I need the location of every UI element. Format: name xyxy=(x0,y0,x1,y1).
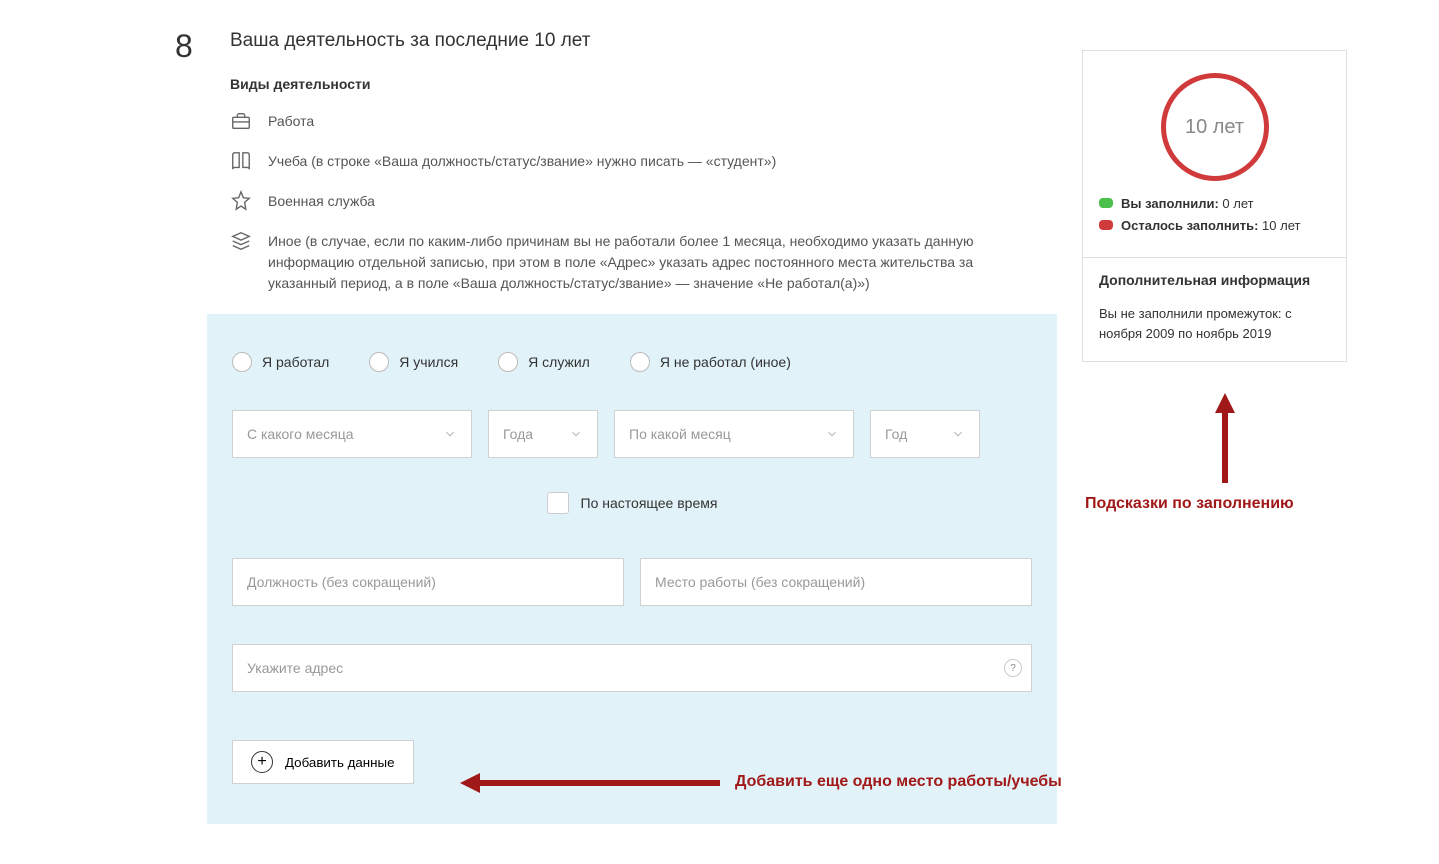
activity-form-panel: Я работал Я учился Я служил Я не работал… xyxy=(207,314,1057,824)
select-month-from-placeholder: С какого месяца xyxy=(247,426,354,442)
type-military-label: Военная служба xyxy=(268,190,375,212)
stat-remain-value: 10 лет xyxy=(1262,218,1300,233)
position-input[interactable]: Должность (без сокращений) xyxy=(232,558,624,606)
annotation-arrow-up xyxy=(1215,393,1235,486)
select-month-to[interactable]: По какой месяц xyxy=(614,410,854,458)
address-placeholder: Укажите адрес xyxy=(247,660,343,676)
place-input[interactable]: Место работы (без сокращений) xyxy=(640,558,1032,606)
select-month-from[interactable]: С какого месяца xyxy=(232,410,472,458)
activity-types-list: Работа Учеба (в строке «Ваша должность/с… xyxy=(230,110,1025,294)
annotation-hints: Подсказки по заполнению xyxy=(1085,495,1294,513)
annotation-arrow-left xyxy=(460,773,720,796)
info-title: Дополнительная информация xyxy=(1083,258,1346,294)
present-checkbox-row: По настоящее время xyxy=(232,492,1032,514)
stat-remain-label: Осталось заполнить: xyxy=(1121,218,1258,233)
stat-filled-label: Вы заполнили: xyxy=(1121,196,1219,211)
radio-none-label: Я не работал (иное) xyxy=(660,354,791,370)
stat-filled-value: 0 лет xyxy=(1222,196,1253,211)
select-year-to[interactable]: Год xyxy=(870,410,980,458)
radio-circle-icon xyxy=(498,352,518,372)
progress-card: 10 лет Вы заполнили: 0 лет Осталось запо… xyxy=(1082,50,1347,362)
dot-red-icon xyxy=(1099,220,1113,230)
type-military: Военная служба xyxy=(230,190,1025,212)
briefcase-icon xyxy=(230,110,252,132)
progress-circle: 10 лет xyxy=(1161,73,1269,181)
position-placeholder: Должность (без сокращений) xyxy=(247,574,436,590)
progress-circle-text: 10 лет xyxy=(1185,116,1244,139)
type-work: Работа xyxy=(230,110,1025,132)
address-row: Укажите адрес ? xyxy=(232,644,1032,692)
chevron-down-icon xyxy=(569,427,583,441)
section-title: Ваша деятельность за последние 10 лет xyxy=(230,30,1025,52)
radio-circle-icon xyxy=(630,352,650,372)
step-number: 8 xyxy=(175,28,193,65)
layers-icon xyxy=(230,230,252,252)
book-icon xyxy=(230,150,252,172)
chevron-down-icon xyxy=(825,427,839,441)
radio-served[interactable]: Я служил xyxy=(498,352,590,372)
plus-circle-icon: + xyxy=(251,751,273,773)
select-year-to-placeholder: Год xyxy=(885,426,907,442)
section-subtitle: Виды деятельности xyxy=(230,76,1025,92)
chevron-down-icon xyxy=(951,427,965,441)
add-data-button[interactable]: + Добавить данные xyxy=(232,740,414,784)
help-icon[interactable]: ? xyxy=(1004,659,1022,677)
select-year-from[interactable]: Года xyxy=(488,410,598,458)
radio-studied[interactable]: Я учился xyxy=(369,352,458,372)
dot-green-icon xyxy=(1099,198,1113,208)
type-other-label: Иное (в случае, если по каким-либо причи… xyxy=(268,230,1008,294)
star-icon xyxy=(230,190,252,212)
radio-studied-label: Я учился xyxy=(399,354,458,370)
radio-worked-label: Я работал xyxy=(262,354,329,370)
radio-circle-icon xyxy=(232,352,252,372)
progress-sidebar: 10 лет Вы заполнили: 0 лет Осталось запо… xyxy=(1082,50,1347,362)
type-study-label: Учеба (в строке «Ваша должность/статус/з… xyxy=(268,150,776,172)
radio-served-label: Я служил xyxy=(528,354,590,370)
radio-circle-icon xyxy=(369,352,389,372)
place-placeholder: Место работы (без сокращений) xyxy=(655,574,865,590)
type-work-label: Работа xyxy=(268,110,314,132)
type-other: Иное (в случае, если по каким-либо причи… xyxy=(230,230,1025,294)
select-month-to-placeholder: По какой месяц xyxy=(629,426,731,442)
date-range-row: С какого месяца Года По какой месяц Год xyxy=(232,410,1032,458)
annotation-add-more: Добавить еще одно место работы/учебы xyxy=(735,773,1062,791)
address-input[interactable]: Укажите адрес xyxy=(232,644,1032,692)
present-checkbox-label: По настоящее время xyxy=(581,495,718,511)
type-study: Учеба (в строке «Ваша должность/статус/з… xyxy=(230,150,1025,172)
activity-radios: Я работал Я учился Я служил Я не работал… xyxy=(232,352,1032,372)
present-checkbox[interactable] xyxy=(547,492,569,514)
chevron-down-icon xyxy=(443,427,457,441)
radio-none[interactable]: Я не работал (иное) xyxy=(630,352,791,372)
info-text: Вы не заполнили промежуток: с ноября 200… xyxy=(1083,294,1346,361)
add-button-label: Добавить данные xyxy=(285,755,395,770)
radio-worked[interactable]: Я работал xyxy=(232,352,329,372)
stat-remaining: Осталось заполнить: 10 лет xyxy=(1099,217,1330,235)
stat-filled: Вы заполнили: 0 лет xyxy=(1099,195,1330,213)
select-year-from-placeholder: Года xyxy=(503,426,533,442)
position-place-row: Должность (без сокращений) Место работы … xyxy=(232,558,1032,606)
